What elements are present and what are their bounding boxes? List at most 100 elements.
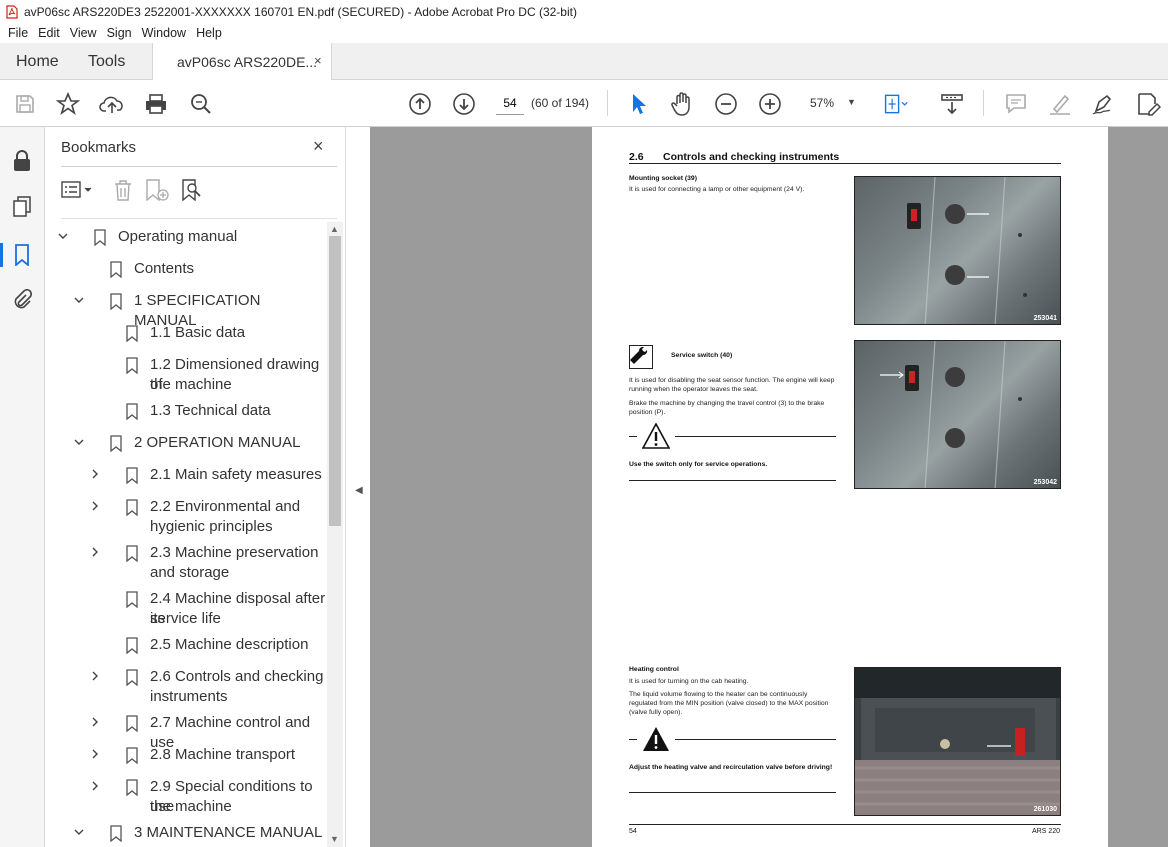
tab-bar: Home Tools avP06sc ARS220DE... × <box>0 43 1168 81</box>
mounting-socket-text: It is used for connecting a lamp or othe… <box>629 186 805 193</box>
menu-file[interactable]: File <box>8 26 28 40</box>
bookmarks-panel-icon[interactable] <box>10 243 34 267</box>
document-view[interactable]: 2.6 Controls and checking instruments Mou… <box>370 127 1168 847</box>
pdf-page: 2.6 Controls and checking instruments Mou… <box>592 127 1108 847</box>
options-menu-icon[interactable] <box>61 178 93 202</box>
upload-cloud-icon[interactable] <box>99 91 125 117</box>
warning-row <box>629 726 836 754</box>
chevron-right-icon[interactable] <box>89 498 101 511</box>
find-zoom-icon[interactable] <box>188 91 214 117</box>
rail-active-indicator <box>0 243 3 267</box>
star-icon[interactable] <box>55 91 81 117</box>
bookmark-icon <box>126 591 138 609</box>
collapse-panel-icon[interactable]: ◀ <box>355 485 363 496</box>
menu-edit[interactable]: Edit <box>38 26 60 40</box>
chevron-right-icon[interactable] <box>89 466 101 479</box>
find-bookmark-icon[interactable] <box>181 178 205 202</box>
menu-window[interactable]: Window <box>142 26 186 40</box>
bookmark-label: Contents <box>134 260 195 277</box>
page-number-input[interactable] <box>496 91 524 115</box>
heating-control-volume-text: The liquid volume flowing to the heater … <box>629 691 829 716</box>
zoom-level[interactable]: 57% <box>810 96 834 110</box>
bookmark-label: 2.2 Environmental and <box>150 498 301 515</box>
panel-divider <box>61 166 337 167</box>
panel-divider <box>61 218 337 219</box>
menu-help[interactable]: Help <box>196 26 222 40</box>
lock-icon[interactable] <box>10 149 34 173</box>
bookmark-icon <box>126 637 138 655</box>
scrollbar-thumb[interactable] <box>329 236 341 526</box>
chevron-right-icon[interactable] <box>89 668 101 681</box>
window-title: avP06sc ARS220DE3 2522001-XXXXXXX 160701… <box>24 4 577 19</box>
bookmark-icon <box>126 325 138 343</box>
footer-model: ARS 220 <box>1032 828 1061 835</box>
scroll-mode-icon[interactable] <box>939 91 965 117</box>
close-panel-icon[interactable]: × <box>313 136 324 157</box>
chevron-right-icon[interactable] <box>89 746 101 759</box>
left-rail <box>0 127 45 847</box>
warning-row <box>629 423 836 451</box>
tab-document[interactable]: avP06sc ARS220DE... × <box>152 43 332 81</box>
bookmark-label: 2.8 Machine transport <box>150 746 296 763</box>
fit-page-icon[interactable] <box>883 91 909 117</box>
bookmark-label: Operating manual <box>118 228 238 245</box>
bookmark-label-line2: instruments <box>150 688 228 705</box>
chevron-down-icon[interactable] <box>57 228 69 240</box>
bookmark-label: 2.1 Main safety measures <box>150 466 322 483</box>
highlight-pen-icon[interactable] <box>1047 91 1073 117</box>
bookmark-label-line2: service life <box>150 610 221 627</box>
page-thumbnails-icon[interactable] <box>10 195 34 219</box>
menu-view[interactable]: View <box>70 26 97 40</box>
footer-rule <box>629 824 1061 825</box>
select-cursor-icon[interactable] <box>625 91 651 117</box>
previous-page-icon[interactable] <box>407 91 433 117</box>
scroll-down-icon[interactable]: ▼ <box>330 834 339 844</box>
chevron-right-icon[interactable] <box>89 544 101 557</box>
hand-tool-icon[interactable] <box>669 91 695 117</box>
bookmark-tree: Operating manual Contents 1 SPECIFICATION … <box>45 221 327 847</box>
scroll-up-icon[interactable]: ▲ <box>330 224 339 234</box>
photo-id: 253041 <box>1033 315 1057 322</box>
tab-tools[interactable]: Tools <box>88 53 125 71</box>
toolbar-divider <box>983 90 984 116</box>
block-rule <box>629 480 836 481</box>
service-switch-warning: Use the switch only for service operatio… <box>629 461 768 468</box>
panel-splitter[interactable]: ◀ <box>345 127 370 847</box>
section-title: Controls and checking instruments <box>663 151 840 163</box>
zoom-dropdown-icon[interactable]: ▼ <box>847 97 856 107</box>
chevron-down-icon[interactable] <box>73 292 85 304</box>
chevron-right-icon[interactable] <box>89 778 101 791</box>
attachments-icon[interactable] <box>10 288 34 312</box>
close-tab-icon[interactable]: × <box>314 53 322 68</box>
bookmark-label: 3 MAINTENANCE MANUAL <box>134 824 323 841</box>
chevron-right-icon[interactable] <box>89 714 101 727</box>
bookmarks-scrollbar[interactable]: ▲ ▼ <box>327 222 343 847</box>
zoom-out-icon[interactable] <box>713 91 739 117</box>
chevron-down-icon[interactable] <box>73 824 85 836</box>
tab-home[interactable]: Home <box>16 53 59 71</box>
delete-bookmark-icon[interactable] <box>113 178 133 202</box>
toolbar-divider <box>607 90 608 116</box>
comment-icon[interactable] <box>1003 91 1029 117</box>
bookmark-label-line2: the machine <box>150 798 232 815</box>
menu-sign[interactable]: Sign <box>107 26 132 40</box>
zoom-in-icon[interactable] <box>757 91 783 117</box>
chevron-down-icon[interactable] <box>73 434 85 446</box>
wrench-service-icon <box>629 345 653 369</box>
bookmark-label: 1.3 Technical data <box>150 402 271 419</box>
print-icon[interactable] <box>143 91 169 117</box>
service-switch-brake-text: Brake the machine by changing the travel… <box>629 400 825 416</box>
bookmark-label-line2: and storage <box>150 564 230 581</box>
bookmark-icon <box>126 715 138 733</box>
sign-pen-icon[interactable] <box>1091 91 1117 117</box>
save-icon[interactable] <box>12 91 38 117</box>
mounting-socket-photo: 253041 <box>854 176 1061 325</box>
service-switch-text: It is used for disabling the seat sensor… <box>629 377 835 393</box>
bookmark-icon <box>94 229 106 247</box>
next-page-icon[interactable] <box>451 91 477 117</box>
bookmarks-title: Bookmarks <box>61 139 137 156</box>
edit-pdf-icon[interactable] <box>1135 91 1161 117</box>
new-bookmark-icon[interactable] <box>145 178 169 202</box>
bookmark-icon <box>126 467 138 485</box>
service-switch-heading: Service switch (40) <box>671 352 733 359</box>
